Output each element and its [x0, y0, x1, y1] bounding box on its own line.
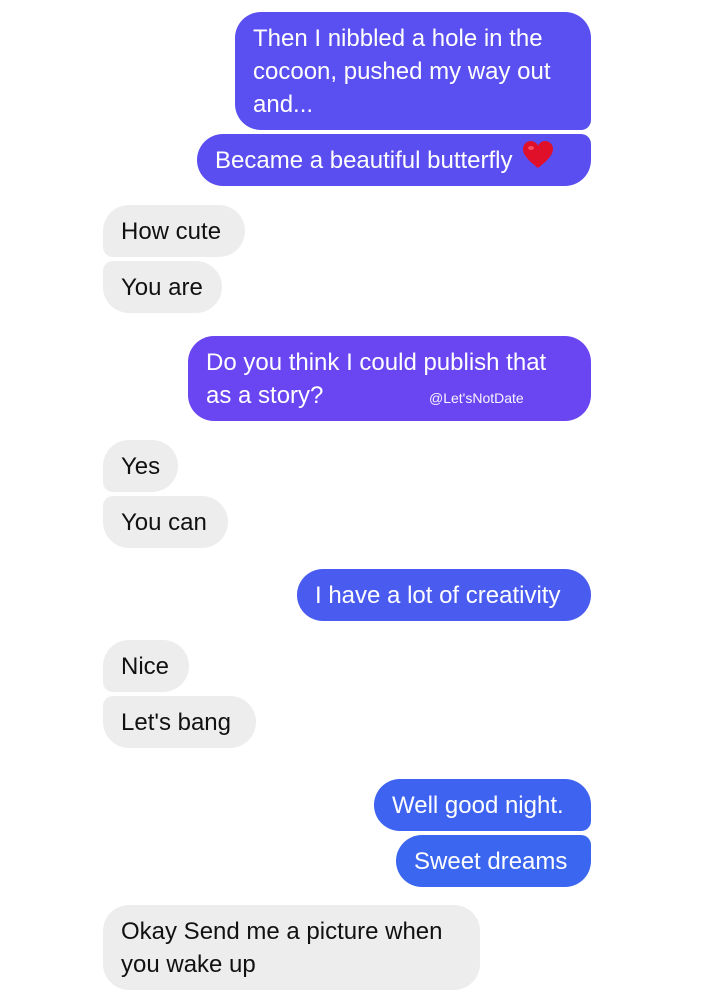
message-bubble-incoming[interactable]: You can — [103, 496, 228, 548]
message-bubble-outgoing[interactable]: Well good night. — [374, 779, 591, 831]
message-text: Nice — [121, 653, 170, 680]
message-text: Then I nibbled a hole in the cocoon, pus… — [253, 25, 551, 118]
message-bubble-incoming[interactable]: Okay Send me a picture when you wake up — [103, 905, 480, 990]
message-text: Well good night. — [392, 792, 564, 819]
message-bubble-outgoing[interactable]: Then I nibbled a hole in the cocoon, pus… — [235, 12, 591, 130]
message-bubble-outgoing[interactable]: Became a beautiful butterfly — [197, 134, 591, 186]
message-text: I have a lot of creativity — [315, 582, 561, 609]
watermark-text: @Let'sNotDate — [429, 390, 524, 406]
message-bubble-incoming[interactable]: Yes — [103, 440, 178, 492]
message-text: How cute — [121, 218, 222, 245]
message-text: Okay Send me a picture when you wake up — [121, 918, 443, 978]
message-bubble-incoming[interactable]: How cute — [103, 205, 245, 257]
message-text: You can — [121, 509, 207, 536]
message-bubble-incoming[interactable]: You are — [103, 261, 222, 313]
heart-icon — [522, 141, 553, 178]
message-bubble-incoming[interactable]: Nice — [103, 640, 189, 692]
message-text: Sweet dreams — [414, 848, 568, 875]
message-text: Let's bang — [121, 709, 232, 736]
message-bubble-outgoing[interactable]: Do you think I could publish that as a s… — [188, 336, 591, 421]
message-bubble-incoming[interactable]: Let's bang — [103, 696, 256, 748]
message-bubble-outgoing[interactable]: Sweet dreams — [396, 835, 591, 887]
message-bubble-outgoing[interactable]: I have a lot of creativity — [297, 569, 591, 621]
message-text: You are — [121, 274, 203, 301]
message-text: Yes — [121, 453, 161, 480]
message-text: Became a beautiful butterfly — [215, 147, 513, 174]
